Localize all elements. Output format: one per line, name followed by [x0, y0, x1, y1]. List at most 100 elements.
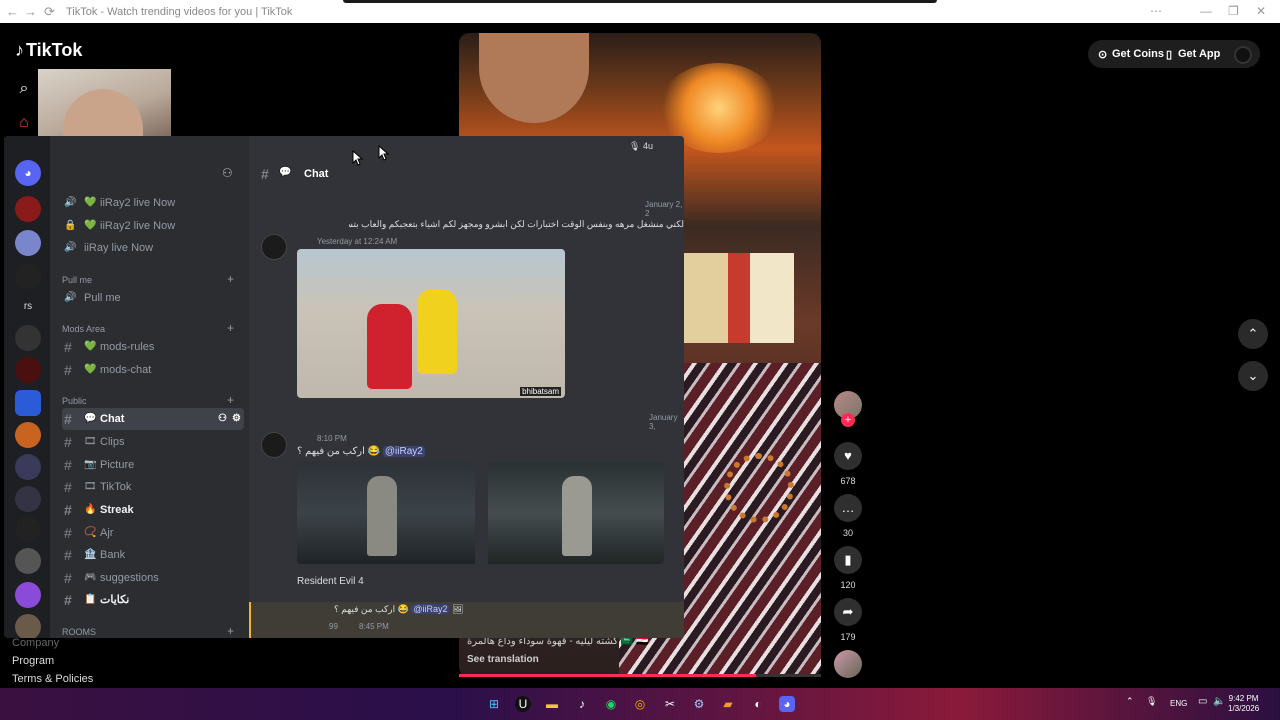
category-mods-area[interactable]: Mods Area [62, 324, 105, 334]
channel-bank[interactable]: # 🏦 Bank [62, 544, 244, 566]
discord-app-icon[interactable]: ◕ [779, 696, 795, 712]
reload-icon[interactable]: ⟳ [44, 4, 55, 20]
more-icon[interactable]: ⋯ [1150, 4, 1162, 18]
avatar[interactable] [261, 432, 287, 458]
restore-button[interactable]: ❐ [1228, 4, 1239, 18]
channel-streak[interactable]: # 🔥 Streak [62, 499, 244, 521]
voice-channel-3[interactable]: 🔊 iiRay live Now [62, 237, 244, 259]
category-pull-me[interactable]: Pull me [62, 275, 92, 285]
like-action[interactable]: ♥ 678 [834, 442, 862, 486]
footer-link-program[interactable]: Program [12, 652, 93, 670]
add-channel-icon[interactable]: + [227, 393, 234, 407]
server-icon-12[interactable] [15, 582, 41, 608]
steam-icon[interactable]: ⚙ [691, 696, 707, 712]
bookmark-icon: ▮ [834, 546, 862, 574]
chevron-up-icon[interactable]: ⌃ [1238, 319, 1268, 349]
network-icon[interactable]: ▭ [1198, 696, 1207, 707]
share-action[interactable]: ➦ 179 [834, 598, 862, 642]
channel-chat[interactable]: # 💬 Chat ⚇ ⚙ [62, 408, 244, 430]
save-action[interactable]: ▮ 120 [834, 546, 862, 590]
voice-channel-2[interactable]: 🔒 💚 iiRay2 live Now [62, 215, 244, 237]
channel-ajr[interactable]: # 📿 Ajr [62, 522, 244, 544]
voice-channel-1[interactable]: 🔊 💚 iiRay2 live Now [62, 192, 244, 214]
chevron-down-icon[interactable]: ⌄ [1238, 361, 1268, 391]
message-image[interactable]: bhibatsam [297, 249, 565, 398]
server-rs[interactable]: rs [15, 294, 41, 320]
comment-action[interactable]: … 30 [834, 494, 862, 538]
search-icon[interactable]: ⌕ [14, 79, 34, 99]
message-timestamp: Yesterday at 12:24 AM [317, 237, 398, 246]
server-icon-13[interactable] [15, 614, 41, 638]
language-indicator[interactable]: ENG [1170, 699, 1187, 708]
home-icon[interactable]: ⌂ [14, 113, 34, 133]
user-mention[interactable]: @iiRay2 [411, 604, 450, 614]
discord-overlay: ◕ rs ⚇ 🔊 💚 iiRay2 live Now 🔒 💚 iiRay2 li… [4, 136, 684, 638]
file-explorer-icon[interactable]: ▬ [544, 696, 560, 712]
video-progress[interactable] [459, 674, 821, 677]
add-channel-icon[interactable]: + [227, 272, 234, 286]
discord-home-icon[interactable]: ◕ [15, 160, 41, 186]
volume-icon[interactable]: 🔈 [1213, 696, 1225, 707]
get-coins-button[interactable]: Get Coins [1112, 48, 1164, 60]
avatar[interactable] [261, 234, 287, 260]
invite-icon[interactable]: ⚇ [218, 408, 227, 430]
server-icon-11[interactable] [15, 548, 41, 574]
channel-clips[interactable]: # 🎞 Clips [62, 431, 244, 453]
capcut-icon[interactable]: ✂ [662, 696, 678, 712]
chrome-icon[interactable]: ◎ [632, 696, 648, 712]
channel-suggestions[interactable]: # 🎮 suggestions [62, 567, 244, 589]
see-translation-link[interactable]: See translation [467, 654, 539, 665]
channel-picture[interactable]: # 📷 Picture [62, 454, 244, 476]
add-member-icon[interactable]: ⚇ [222, 166, 233, 180]
server-icon-4[interactable] [15, 325, 41, 351]
server-icon-9[interactable] [15, 486, 41, 512]
mic-icon[interactable]: 🎙 [1146, 696, 1157, 707]
message-timestamp: 8:45 PM [359, 622, 389, 631]
server-icon-10[interactable] [15, 516, 41, 542]
add-channel-icon[interactable]: + [227, 624, 234, 638]
tray-chevron-icon[interactable]: ⌃ [1126, 696, 1134, 707]
channel-mods-rules[interactable]: # 💚 mods-rules [62, 336, 244, 358]
whatsapp-icon[interactable]: ◉ [603, 696, 619, 712]
forward-icon[interactable]: → [24, 4, 37, 19]
server-icon-6[interactable] [15, 390, 41, 416]
app-u-icon[interactable]: U [515, 696, 531, 712]
voice-channel-pull-me[interactable]: 🔊 Pull me [62, 287, 244, 309]
windows-start-icon[interactable]: ⊞ [486, 696, 502, 712]
user-mention[interactable]: @iiRay2 [382, 446, 425, 457]
channel-jokes[interactable]: # 📋 نكايات [62, 589, 244, 611]
channel-tiktok[interactable]: # 🎞 TikTok [62, 476, 244, 498]
folder-icon[interactable]: ▰ [720, 696, 736, 712]
server-icon-8[interactable] [15, 454, 41, 480]
server-icon-3[interactable] [15, 263, 41, 289]
server-icon-7[interactable] [15, 422, 41, 448]
back-icon[interactable]: ← [6, 4, 19, 19]
add-channel-icon[interactable]: + [227, 321, 234, 335]
category-rooms[interactable]: ROOMS [62, 627, 96, 637]
category-public[interactable]: Public [62, 396, 87, 406]
tiktok-logo[interactable]: ♪ TikTok [15, 40, 82, 61]
music-disc[interactable] [834, 650, 862, 678]
server-icon-5[interactable] [15, 357, 41, 383]
channel-mods-chat[interactable]: # 💚 mods-chat [62, 359, 244, 381]
heart-green-icon: 💚 [84, 197, 97, 208]
obs-icon[interactable]: ◐ [750, 696, 766, 712]
server-icon-1[interactable] [15, 196, 41, 222]
rosary-icon: 📿 [84, 527, 97, 538]
server-icon-2[interactable] [15, 230, 41, 256]
like-count: 678 [840, 476, 856, 486]
get-app-button[interactable]: Get App [1178, 48, 1220, 60]
gear-icon[interactable]: ⚙ [232, 408, 241, 430]
profile-avatar[interactable] [1234, 46, 1252, 64]
follow-plus-icon[interactable]: + [841, 413, 855, 427]
message-image[interactable] [488, 462, 664, 564]
hash-icon: # [64, 570, 72, 586]
speech-bubble-icon: 💬 [84, 413, 97, 424]
taskbar-clock[interactable]: 9:42 PM 1/3/2026 [1228, 694, 1259, 714]
video-hand [479, 33, 589, 123]
footer-link-terms[interactable]: Terms & Policies [12, 670, 93, 688]
close-button[interactable]: ✕ [1256, 4, 1266, 18]
tiktok-app-icon[interactable]: ♪ [574, 696, 590, 712]
minimize-button[interactable]: — [1200, 4, 1212, 18]
message-image[interactable] [297, 462, 475, 564]
